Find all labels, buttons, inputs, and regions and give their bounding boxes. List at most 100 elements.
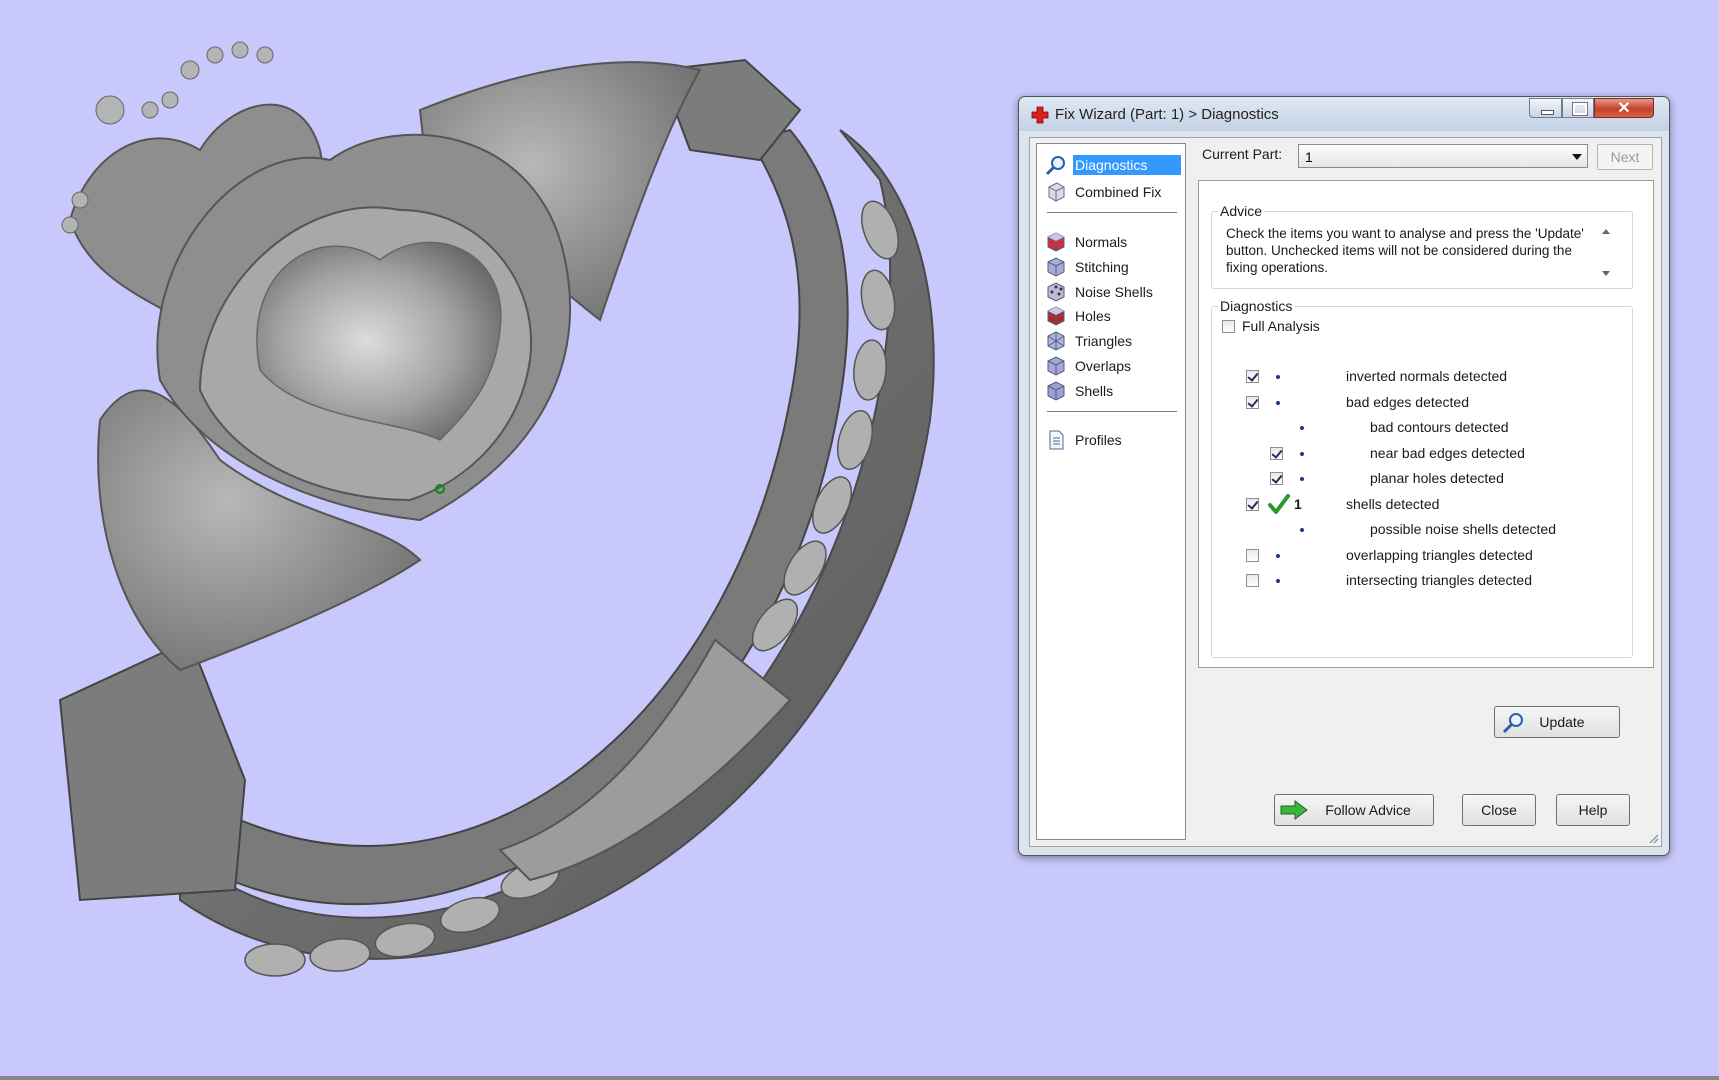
nav-item-label: Triangles xyxy=(1075,333,1133,349)
triangles-cube-icon xyxy=(1047,331,1065,351)
nav-item-diagnostics[interactable]: Diagnostics xyxy=(1043,154,1181,178)
resize-grip-icon[interactable] xyxy=(1647,832,1659,844)
update-label: Update xyxy=(1539,714,1585,730)
nav-item-profiles[interactable]: Profiles xyxy=(1043,428,1181,452)
diagnostic-checkbox[interactable] xyxy=(1246,497,1259,511)
nav-item-label: Noise Shells xyxy=(1075,284,1153,300)
nav-item-holes[interactable]: Holes xyxy=(1043,304,1181,328)
title-bar[interactable]: Fix Wizard (Part: 1) > Diagnostics ✕ xyxy=(1019,97,1669,131)
diagnostic-row: overlapping triangles detected xyxy=(1212,545,1622,567)
nav-item-noise-shells[interactable]: Noise Shells xyxy=(1043,280,1181,304)
holes-cube-icon xyxy=(1047,306,1065,326)
status-dot xyxy=(1276,375,1280,379)
advice-text: Check the items you want to analyse and … xyxy=(1226,226,1584,275)
nav-item-combined-fix[interactable]: Combined Fix xyxy=(1043,180,1181,204)
help-button[interactable]: Help xyxy=(1556,794,1630,826)
wizard-navigation: Diagnostics Combined Fix Normals Stitchi… xyxy=(1036,143,1186,840)
diagnostics-legend: Diagnostics xyxy=(1220,298,1293,314)
nav-separator xyxy=(1047,212,1177,214)
diagnostic-count: 1 xyxy=(1294,495,1302,512)
diagnostic-checkbox[interactable] xyxy=(1270,446,1283,460)
diagnostic-label: shells detected xyxy=(1346,495,1440,512)
advice-legend: Advice xyxy=(1220,203,1263,219)
full-analysis-checkbox[interactable] xyxy=(1222,320,1235,333)
nav-item-label: Stitching xyxy=(1075,259,1129,275)
nav-item-label: Diagnostics xyxy=(1073,155,1181,175)
normals-cube-icon xyxy=(1047,232,1065,252)
close-button[interactable]: Close xyxy=(1462,794,1536,826)
shells-cube-icon xyxy=(1047,381,1065,401)
nav-item-label: Normals xyxy=(1075,234,1128,250)
ok-checkmark-icon xyxy=(1268,493,1290,514)
nav-item-normals[interactable]: Normals xyxy=(1043,230,1181,254)
status-dot xyxy=(1300,451,1304,456)
diagnostic-label: intersecting triangles detected xyxy=(1346,572,1532,588)
diagnostic-checkbox[interactable] xyxy=(1270,472,1283,485)
status-dot xyxy=(1300,477,1304,481)
maximize-button[interactable] xyxy=(1562,98,1594,118)
overlaps-cube-icon xyxy=(1047,356,1065,376)
red-cross-icon xyxy=(1031,106,1049,124)
nav-item-label: Holes xyxy=(1075,308,1111,324)
diagnostic-checkbox[interactable] xyxy=(1246,395,1259,409)
update-button[interactable]: Update xyxy=(1494,706,1620,738)
advice-group: Advice Check the items you want to analy… xyxy=(1211,203,1633,289)
diagnostics-group: Diagnostics Full Analysis inverted norma… xyxy=(1211,298,1633,738)
nav-item-label: Profiles xyxy=(1075,432,1122,448)
chevron-down-icon xyxy=(1572,154,1582,160)
nav-item-triangles[interactable]: Triangles xyxy=(1043,329,1181,353)
diagnostic-checkbox[interactable] xyxy=(1246,548,1259,562)
close-icon: ✕ xyxy=(1617,100,1631,117)
scroll-up-icon[interactable] xyxy=(1602,229,1610,234)
diagnostic-label: bad edges detected xyxy=(1346,393,1469,410)
help-label: Help xyxy=(1578,802,1608,818)
full-analysis-option[interactable]: Full Analysis xyxy=(1222,318,1422,344)
advice-scrollbar[interactable] xyxy=(1598,223,1614,283)
status-dot xyxy=(1300,528,1304,532)
window-title: Fix Wizard (Part: 1) > Diagnostics xyxy=(1055,106,1279,123)
diagnostic-label: possible noise shells detected xyxy=(1370,521,1557,537)
magnifier-icon xyxy=(1045,156,1065,176)
diagnostic-label: inverted normals detected xyxy=(1346,368,1508,384)
follow-advice-button[interactable]: Follow Advice xyxy=(1274,794,1434,826)
diagnostic-row: inverted normals detected xyxy=(1212,366,1622,388)
next-button[interactable]: Next xyxy=(1597,144,1653,170)
combined-fix-icon xyxy=(1048,182,1065,202)
diagnostic-row: possible noise shells detected xyxy=(1212,519,1622,541)
nav-separator xyxy=(1047,411,1177,413)
full-analysis-label: Full Analysis xyxy=(1242,318,1320,334)
fix-wizard-dialog: Fix Wizard (Part: 1) > Diagnostics ✕ Dia… xyxy=(1018,96,1670,856)
status-dot xyxy=(1300,426,1304,430)
viewport-bottom-border xyxy=(0,1076,1719,1080)
diagnostic-row: near bad edges detected xyxy=(1212,443,1622,465)
diagnostic-row: planar holes detected xyxy=(1212,468,1622,490)
diagnostic-row: intersecting triangles detected xyxy=(1212,570,1622,592)
diagnostic-label: near bad edges detected xyxy=(1370,444,1525,461)
minimize-button[interactable] xyxy=(1529,98,1562,118)
close-window-button[interactable]: ✕ xyxy=(1594,98,1654,118)
nav-item-shells[interactable]: Shells xyxy=(1043,379,1181,403)
nav-item-overlaps[interactable]: Overlaps xyxy=(1043,354,1181,378)
diagnostic-checkbox[interactable] xyxy=(1246,370,1259,383)
diagnostic-label: overlapping triangles detected xyxy=(1346,546,1533,563)
current-part-dropdown[interactable]: 1 xyxy=(1298,144,1588,168)
follow-advice-label: Follow Advice xyxy=(1325,802,1411,818)
close-label: Close xyxy=(1481,802,1517,818)
diagnostics-panel: Advice Check the items you want to analy… xyxy=(1198,180,1654,738)
profiles-document-icon xyxy=(1049,430,1064,450)
current-part-label: Current Part: xyxy=(1202,146,1283,162)
nav-item-label: Shells xyxy=(1075,383,1114,399)
status-dot xyxy=(1276,579,1280,583)
stitching-cube-icon xyxy=(1047,257,1065,277)
status-dot xyxy=(1276,553,1280,558)
noise-shells-cube-icon xyxy=(1047,282,1065,302)
diagnostic-row: bad edges detected xyxy=(1212,392,1622,414)
diagnostic-row: bad contours detected xyxy=(1212,417,1622,439)
dialog-client-area: Diagnostics Combined Fix Normals Stitchi… xyxy=(1029,137,1662,847)
nav-item-stitching[interactable]: Stitching xyxy=(1043,255,1181,279)
current-part-value: 1 xyxy=(1305,149,1313,165)
diagnostic-checkbox[interactable] xyxy=(1246,574,1259,587)
nav-item-label: Overlaps xyxy=(1075,358,1132,374)
diagnostic-label: planar holes detected xyxy=(1370,470,1504,486)
scroll-down-icon[interactable] xyxy=(1602,271,1610,276)
